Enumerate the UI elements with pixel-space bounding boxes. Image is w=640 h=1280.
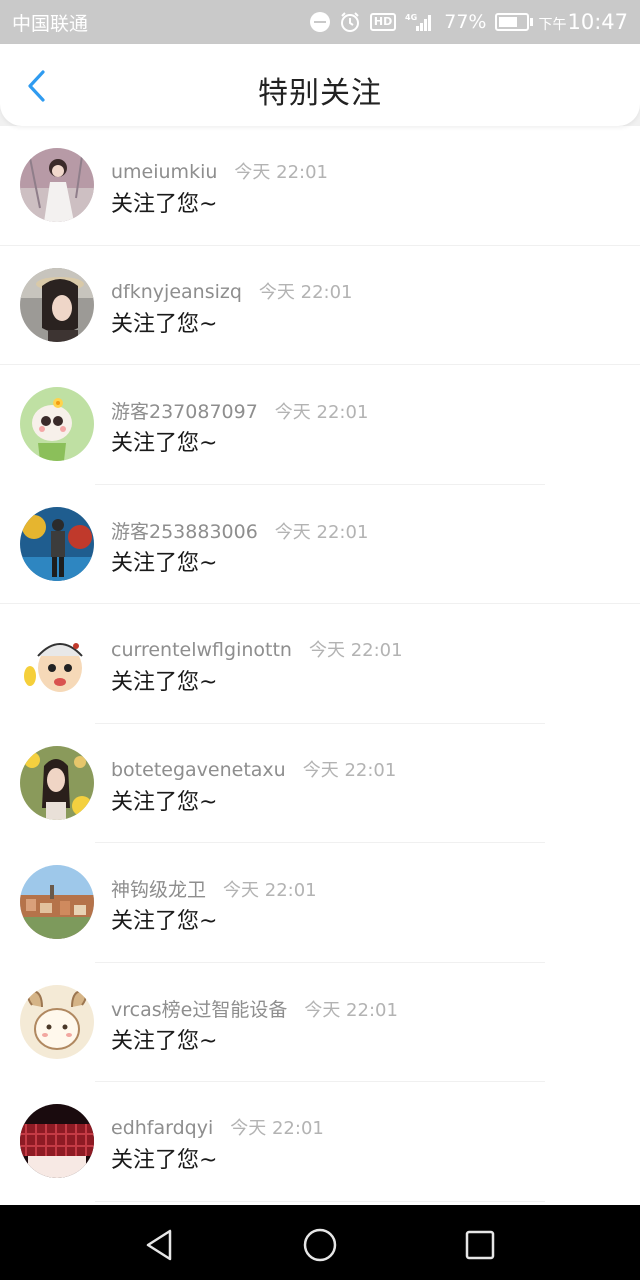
list-item[interactable]: botetegavenetaxu 今天 22:01 关注了您~ xyxy=(0,724,640,844)
triangle-back-icon xyxy=(146,1229,172,1261)
username[interactable]: 游客237087097 xyxy=(111,397,258,424)
username[interactable]: botetegavenetaxu xyxy=(111,759,286,781)
message: 关注了您~ xyxy=(111,192,218,217)
avatar[interactable] xyxy=(20,865,94,939)
navigation-bar xyxy=(0,1205,640,1280)
avatar[interactable] xyxy=(20,506,94,581)
do-not-disturb-icon xyxy=(309,12,330,32)
follow-list: umeiumkiu 今天 22:01 关注了您~ dfknyjeansizq 今… xyxy=(0,126,640,1202)
item-header: currentelwflginottn 今天 22:01 xyxy=(111,636,403,662)
list-item[interactable]: currentelwflginottn 今天 22:01 关注了您~ xyxy=(0,604,640,724)
list-item[interactable]: edhfardqyi 今天 22:01 关注了您~ xyxy=(0,1082,640,1202)
list-item[interactable]: dfknyjeansizq 今天 22:01 关注了您~ xyxy=(0,246,640,366)
clock: 下午 10:47 xyxy=(538,10,628,34)
timestamp: 今天 22:01 xyxy=(223,880,317,901)
timestamp: 今天 22:01 xyxy=(304,999,398,1021)
list-item[interactable]: 游客253883006 今天 22:01 关注了您~ xyxy=(0,485,640,605)
message: 关注了您~ xyxy=(111,431,218,456)
hd-badge: HD xyxy=(369,13,397,31)
avatar[interactable] xyxy=(20,1104,94,1178)
message: 关注了您~ xyxy=(111,1028,218,1054)
nav-recents-button[interactable] xyxy=(460,1225,500,1265)
item-header: dfknyjeansizq 今天 22:01 xyxy=(111,278,353,304)
timestamp: 今天 22:01 xyxy=(274,521,369,543)
clock-time: 10:47 xyxy=(567,10,628,34)
status-bar: 中国联通 HD 4G 77% 下午 10:47 xyxy=(0,0,640,44)
svg-text:4G: 4G xyxy=(405,13,417,22)
avatar[interactable] xyxy=(20,626,94,700)
item-header: vrcas榜e过智能设备 今天 22:01 xyxy=(111,995,398,1022)
clock-ampm: 下午 xyxy=(538,17,567,33)
circle-home-icon xyxy=(303,1228,337,1262)
carrier-label: 中国联通 xyxy=(12,12,89,35)
list-item[interactable]: vrcas榜e过智能设备 今天 22:01 关注了您~ xyxy=(0,963,640,1083)
alarm-icon xyxy=(339,11,361,33)
timestamp: 今天 22:01 xyxy=(308,640,403,661)
signal-icon: 4G xyxy=(405,12,435,32)
username[interactable]: vrcas榜e过智能设备 xyxy=(111,995,287,1022)
timestamp: 今天 22:01 xyxy=(274,402,369,423)
username[interactable]: edhfardqyi xyxy=(111,1117,213,1139)
item-header: 神钩级龙卫 今天 22:01 xyxy=(111,875,317,902)
timestamp: 今天 22:01 xyxy=(302,759,397,781)
message: 关注了您~ xyxy=(111,550,218,576)
list-item[interactable]: 游客237087097 今天 22:01 关注了您~ xyxy=(0,365,640,485)
battery-percent: 77% xyxy=(444,11,487,33)
username[interactable]: dfknyjeansizq xyxy=(111,281,242,303)
avatar[interactable] xyxy=(20,745,94,820)
username[interactable]: 神钩级龙卫 xyxy=(111,875,206,902)
message: 关注了您~ xyxy=(111,311,218,337)
item-header: 游客237087097 今天 22:01 xyxy=(111,397,368,424)
item-header: botetegavenetaxu 今天 22:01 xyxy=(111,756,396,782)
square-recents-icon xyxy=(465,1230,495,1260)
list-item[interactable]: umeiumkiu 今天 22:01 关注了您~ xyxy=(0,126,640,246)
username[interactable]: currentelwflginottn xyxy=(111,639,292,661)
avatar[interactable] xyxy=(20,387,94,461)
status-icons: HD 4G 77% 下午 10:47 xyxy=(309,10,628,34)
timestamp: 今天 22:01 xyxy=(258,281,353,303)
username[interactable]: 游客253883006 xyxy=(111,517,258,544)
page-title: 特别关注 xyxy=(258,76,382,111)
item-header: umeiumkiu 今天 22:01 xyxy=(111,158,328,184)
item-header: edhfardqyi 今天 22:01 xyxy=(111,1114,324,1140)
avatar[interactable] xyxy=(20,267,94,342)
timestamp: 今天 22:01 xyxy=(230,1118,324,1139)
avatar[interactable] xyxy=(20,984,94,1059)
message: 关注了您~ xyxy=(111,1148,218,1173)
item-header: 游客253883006 今天 22:01 xyxy=(111,517,368,544)
message: 关注了您~ xyxy=(111,789,218,815)
message: 关注了您~ xyxy=(111,909,218,934)
list-item[interactable]: 神钩级龙卫 今天 22:01 关注了您~ xyxy=(0,843,640,963)
username[interactable]: umeiumkiu xyxy=(111,161,217,183)
message: 关注了您~ xyxy=(111,670,218,695)
header: 特别关注 xyxy=(0,44,640,126)
nav-back-button[interactable] xyxy=(140,1225,180,1265)
timestamp: 今天 22:01 xyxy=(234,162,329,183)
nav-home-button[interactable] xyxy=(300,1225,340,1265)
battery-icon xyxy=(495,13,534,31)
avatar[interactable] xyxy=(20,148,94,222)
